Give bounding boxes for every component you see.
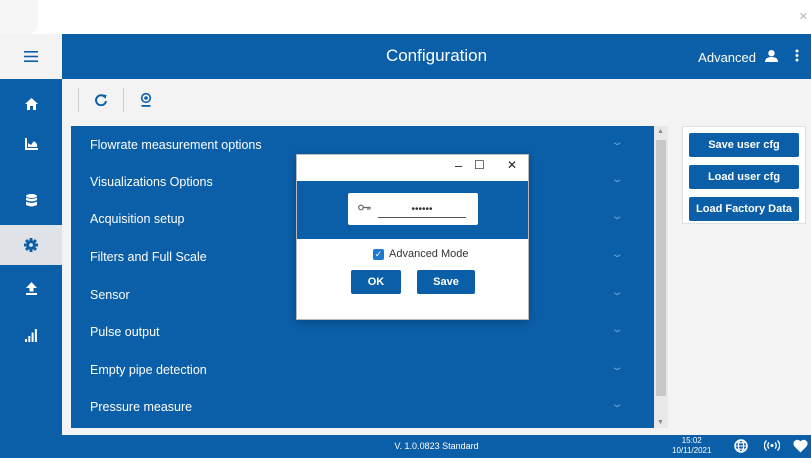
title-strip: ✕ [0,0,811,34]
toolbar-divider [123,88,124,112]
window-close-icon[interactable]: ✕ [799,10,808,23]
advanced-login-dialog: – ☐ ✕ ✓ Advanced Mode OK Save [296,154,529,320]
chevron-down-icon: ⌄ [610,249,624,260]
config-actions-panel: Save user cfg Load user cfg Load Factory… [682,126,806,224]
upload-icon [25,281,37,295]
user-icon [765,50,778,62]
advanced-mode-checkbox[interactable]: ✓ Advanced Mode [373,248,469,260]
chevron-down-icon: ⌄ [610,324,624,335]
signal-bars-icon [25,328,37,342]
chevron-down-icon: ⌄ [610,211,624,222]
clock: 15:02 10/11/2021 [672,436,711,456]
app-logo [0,0,38,34]
save-button[interactable]: Save [417,270,475,294]
nav-upload[interactable] [0,268,62,308]
hamburger-button[interactable] [0,34,62,79]
checkmark-icon: ✓ [373,248,384,260]
ok-button[interactable]: OK [351,270,401,294]
accordion-item[interactable]: Empty pipe detection ⌄ [71,349,651,386]
chevron-down-icon: ⌄ [610,287,624,298]
accordion-item-label: Sensor [90,288,130,302]
nav-database[interactable] [0,180,62,220]
maximize-icon[interactable]: ☐ [474,158,485,172]
wireless-icon[interactable] [763,439,781,457]
refresh-icon [95,94,107,106]
chart-icon [24,138,38,150]
password-box [348,193,478,225]
chevron-down-icon: ⌄ [610,362,624,373]
scrollbar-thumb[interactable] [656,140,666,396]
scroll-down-icon[interactable]: ▼ [657,419,664,426]
password-area [297,181,528,239]
more-menu-button[interactable] [795,49,799,67]
chevron-down-icon: ⌄ [610,137,624,148]
clock-time: 15:02 [681,436,702,445]
header-bar: Configuration Advanced [62,34,811,79]
save-user-cfg-button[interactable]: Save user cfg [689,133,799,157]
refresh-button[interactable] [85,85,117,115]
heart-icon[interactable] [793,439,808,458]
scroll-up-icon[interactable]: ▲ [657,128,664,135]
status-bar: V. 1.0.0823 Standard 15:02 10/11/2021 [62,435,811,458]
nav-signal[interactable] [0,315,62,355]
certificate-button[interactable] [130,85,162,115]
nav-home[interactable] [0,84,62,124]
chevron-down-icon: ⌄ [610,399,624,410]
certificate-icon [140,93,152,107]
minimize-icon[interactable]: – [455,158,462,173]
user-button[interactable] [765,49,778,67]
close-icon[interactable]: ✕ [507,158,517,172]
advanced-mode-label: Advanced Mode [389,248,469,260]
gear-icon [24,238,38,252]
database-icon [25,193,37,206]
load-user-cfg-button[interactable]: Load user cfg [689,165,799,189]
accordion-item-label: Visualizations Options [90,175,213,189]
key-icon [358,204,371,211]
accordion-item[interactable]: Pressure measure ⌄ [71,386,651,423]
dialog-titlebar: – ☐ ✕ [297,155,528,181]
nav-charts[interactable] [0,124,62,164]
accordion-item-label: Flowrate measurement options [90,138,262,152]
accordion-item-label: Empty pipe detection [90,363,207,377]
toolbar-divider [78,88,79,112]
accordion-item-label: Pressure measure [90,400,193,414]
user-mode-label: Advanced [698,50,756,65]
kebab-icon [795,49,799,62]
password-input[interactable] [378,201,466,218]
vertical-scrollbar[interactable]: ▲ ▼ [654,126,668,428]
toolbar [78,82,188,118]
load-factory-data-button[interactable]: Load Factory Data [689,197,799,221]
clock-date: 10/11/2021 [672,446,712,455]
hamburger-icon [24,51,38,62]
home-icon [24,98,38,110]
globe-icon[interactable] [734,439,748,458]
accordion-item-label: Filters and Full Scale [90,250,207,264]
accordion-item-label: Acquisition setup [90,212,185,226]
accordion-item-label: Pulse output [90,325,160,339]
chevron-down-icon: ⌄ [610,174,624,185]
nav-settings[interactable] [0,225,62,265]
